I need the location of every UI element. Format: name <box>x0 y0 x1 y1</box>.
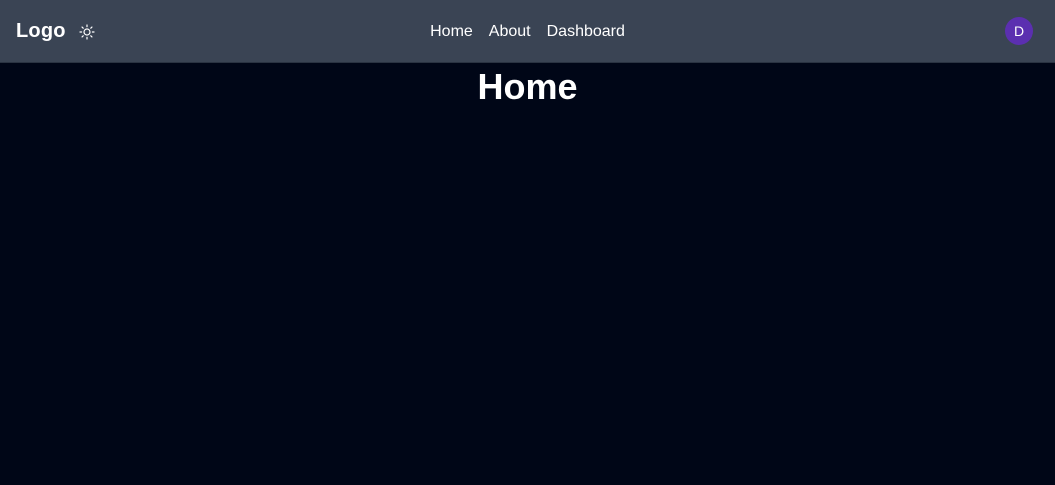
brand: Logo <box>16 0 96 63</box>
main-nav: Home About Dashboard <box>0 0 1055 63</box>
page-title: Home <box>477 66 578 107</box>
nav-link-dashboard[interactable]: Dashboard <box>547 23 625 41</box>
navbar: Logo Home About Dashboard D <box>0 0 1055 63</box>
main-content: Home <box>0 63 1055 108</box>
sun-icon[interactable] <box>78 23 96 41</box>
nav-link-home[interactable]: Home <box>430 23 473 41</box>
logo[interactable]: Logo <box>16 20 66 43</box>
avatar[interactable]: D <box>1005 17 1033 45</box>
nav-link-about[interactable]: About <box>489 23 531 41</box>
